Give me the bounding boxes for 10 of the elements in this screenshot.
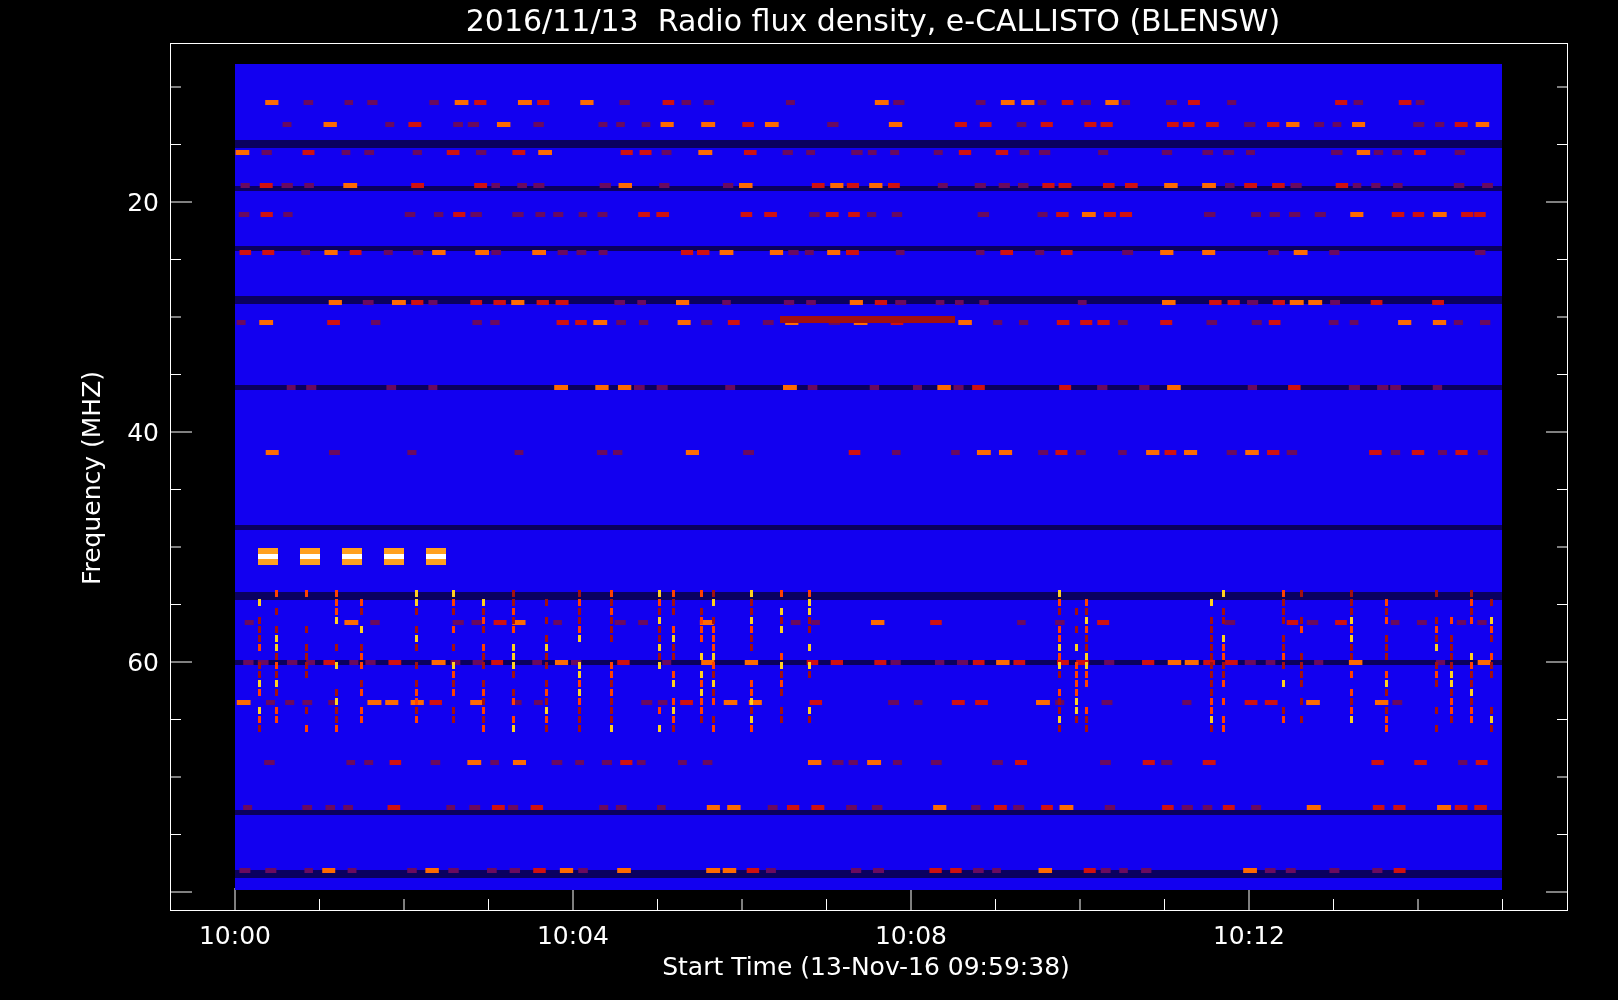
y-tick-label: 40 [127,418,159,447]
y-tick-label: 60 [127,648,159,677]
plot-title: 2016/11/13 Radio flux density, e-CALLISTO (BLENSW) [465,3,1281,38]
x-tick-label: 10:12 [1213,921,1285,950]
y-tick-label: 20 [127,188,159,217]
x-tick-label: 10:04 [537,921,609,950]
x-tick-label: 10:08 [875,921,947,950]
y-axis-label: Frequency (MHZ) [77,370,106,586]
x-axis-label: Start Time (13-Nov-16 09:59:38) [662,952,1070,981]
x-tick-label: 10:00 [199,921,271,950]
